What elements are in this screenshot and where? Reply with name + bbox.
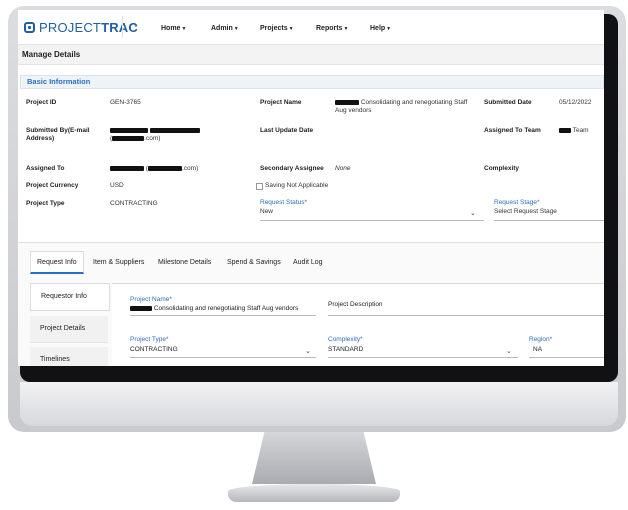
request-status-select[interactable]: New [260, 208, 273, 216]
last-update-label: Last Update Date [260, 127, 314, 134]
secondary-assignee-label: Secondary Assignee [260, 165, 324, 172]
assigned-team-label: Assigned To Team [484, 127, 541, 134]
redacted-text [110, 127, 148, 133]
tab-spend-savings[interactable]: Spend & Savings [227, 259, 281, 266]
logo-text: PROJECTTRAC [39, 20, 138, 35]
logo-icon [24, 22, 35, 33]
page-title-bar: Manage Details [18, 45, 604, 65]
form-project-name-underline [130, 315, 316, 316]
request-status-underline [260, 220, 484, 221]
nav-divider [122, 16, 123, 38]
form-project-name-label: Project Name* [130, 296, 172, 303]
monitor-stand-base [228, 484, 400, 502]
side-item-project-details[interactable]: Project Details [30, 316, 108, 343]
form-project-name-input[interactable]: Consolidating and renegotiating Staff Au… [130, 305, 298, 313]
caret-down-icon: ▼ [386, 26, 392, 32]
redacted-text [147, 165, 182, 171]
saving-not-applicable-checkbox[interactable] [256, 183, 263, 190]
project-currency-value: USD [110, 182, 124, 189]
saving-not-applicable-label: Saving Not Applicable [265, 182, 329, 189]
complexity-label: Complexity [484, 165, 520, 172]
nav-projects[interactable]: Projects▼ [260, 25, 294, 32]
form-complexity-select[interactable]: STANDARD [328, 346, 363, 354]
tab-audit-log[interactable]: Audit Log [293, 259, 323, 266]
tab-request-info[interactable]: Request Info [30, 251, 84, 274]
side-item-timelines[interactable]: Timelines [30, 347, 108, 366]
submitted-date-label: Submitted Date [484, 99, 532, 106]
nav-admin[interactable]: Admin▼ [211, 25, 239, 32]
tab-item-suppliers[interactable]: Item & Suppliers [93, 259, 144, 266]
redacted-text [112, 135, 145, 141]
assigned-team-value: Team [559, 127, 589, 135]
project-currency-label: Project Currency [26, 182, 79, 189]
monitor-stand-neck [252, 432, 376, 484]
screen: PROJECTTRAC ⌄ Home▼ Admin▼ Projects▼ Rep… [18, 10, 604, 366]
request-stage-select[interactable]: Select Request Stage [494, 208, 557, 216]
monitor-chin [20, 382, 618, 426]
assigned-to-value: (.com) [110, 165, 198, 173]
submitted-by-label: Submitted By(E-mail Address) [26, 127, 90, 142]
request-stage-underline [494, 220, 604, 221]
form-complexity-label: Complexity* [328, 336, 363, 343]
caret-down-icon: ▼ [288, 26, 294, 32]
request-status-label: Request Status* [260, 199, 307, 206]
form-project-type-select[interactable]: CONTRACTING [130, 346, 178, 354]
basic-information-title: Basic Information [27, 77, 91, 86]
redacted-text [110, 165, 144, 171]
basic-information-header: Basic Information [20, 75, 604, 89]
tab-milestone-details[interactable]: Milestone Details [158, 259, 211, 266]
project-type-value: CONTRACTING [110, 200, 158, 207]
app-logo[interactable]: PROJECTTRAC [24, 20, 138, 35]
form-project-type-label: Project Type* [130, 336, 169, 343]
caret-down-icon: ▼ [343, 26, 349, 32]
redacted-text [130, 305, 152, 311]
form-project-type-underline [130, 357, 316, 358]
chevron-down-icon[interactable]: ⌄ [305, 347, 311, 355]
form-project-description-underline [328, 315, 604, 316]
redacted-text [149, 127, 200, 133]
form-project-description-label: Project Description [328, 301, 383, 308]
assigned-to-label: Assigned To [26, 165, 65, 172]
caret-down-icon: ▼ [181, 26, 187, 32]
chevron-down-icon[interactable]: ⌄ [506, 347, 512, 355]
request-stage-label: Request Stage* [494, 199, 540, 206]
page-title: Manage Details [22, 50, 81, 59]
redacted-text [335, 99, 359, 105]
secondary-assignee-value: None [335, 165, 351, 172]
top-navigation: PROJECTTRAC ⌄ Home▼ Admin▼ Projects▼ Rep… [18, 10, 604, 45]
form-region-underline [529, 357, 604, 358]
submitted-by-value: (.com) [110, 127, 200, 143]
nav-home[interactable]: Home▼ [161, 25, 186, 32]
redacted-text [559, 127, 571, 133]
project-name-label: Project Name [260, 99, 302, 106]
nav-help[interactable]: Help▼ [370, 25, 391, 32]
nav-collapse-chevron-icon[interactable]: ⌄ [133, 21, 139, 29]
project-id-value: GEN-3765 [110, 99, 141, 106]
side-item-requestor-info[interactable]: Requestor Info [30, 283, 110, 311]
caret-down-icon: ▼ [233, 26, 239, 32]
project-name-value: Consolidating and renegotiating Staff Au… [335, 99, 468, 114]
chevron-down-icon[interactable]: ⌄ [470, 209, 476, 217]
form-region-label: Region* [529, 336, 553, 343]
nav-reports[interactable]: Reports▼ [316, 25, 348, 32]
submitted-date-value: 05/12/2022 [559, 99, 592, 106]
project-id-label: Project ID [26, 99, 57, 106]
project-type-label: Project Type [26, 200, 65, 207]
form-complexity-underline [328, 357, 518, 358]
form-region-select[interactable]: NA [533, 346, 542, 354]
